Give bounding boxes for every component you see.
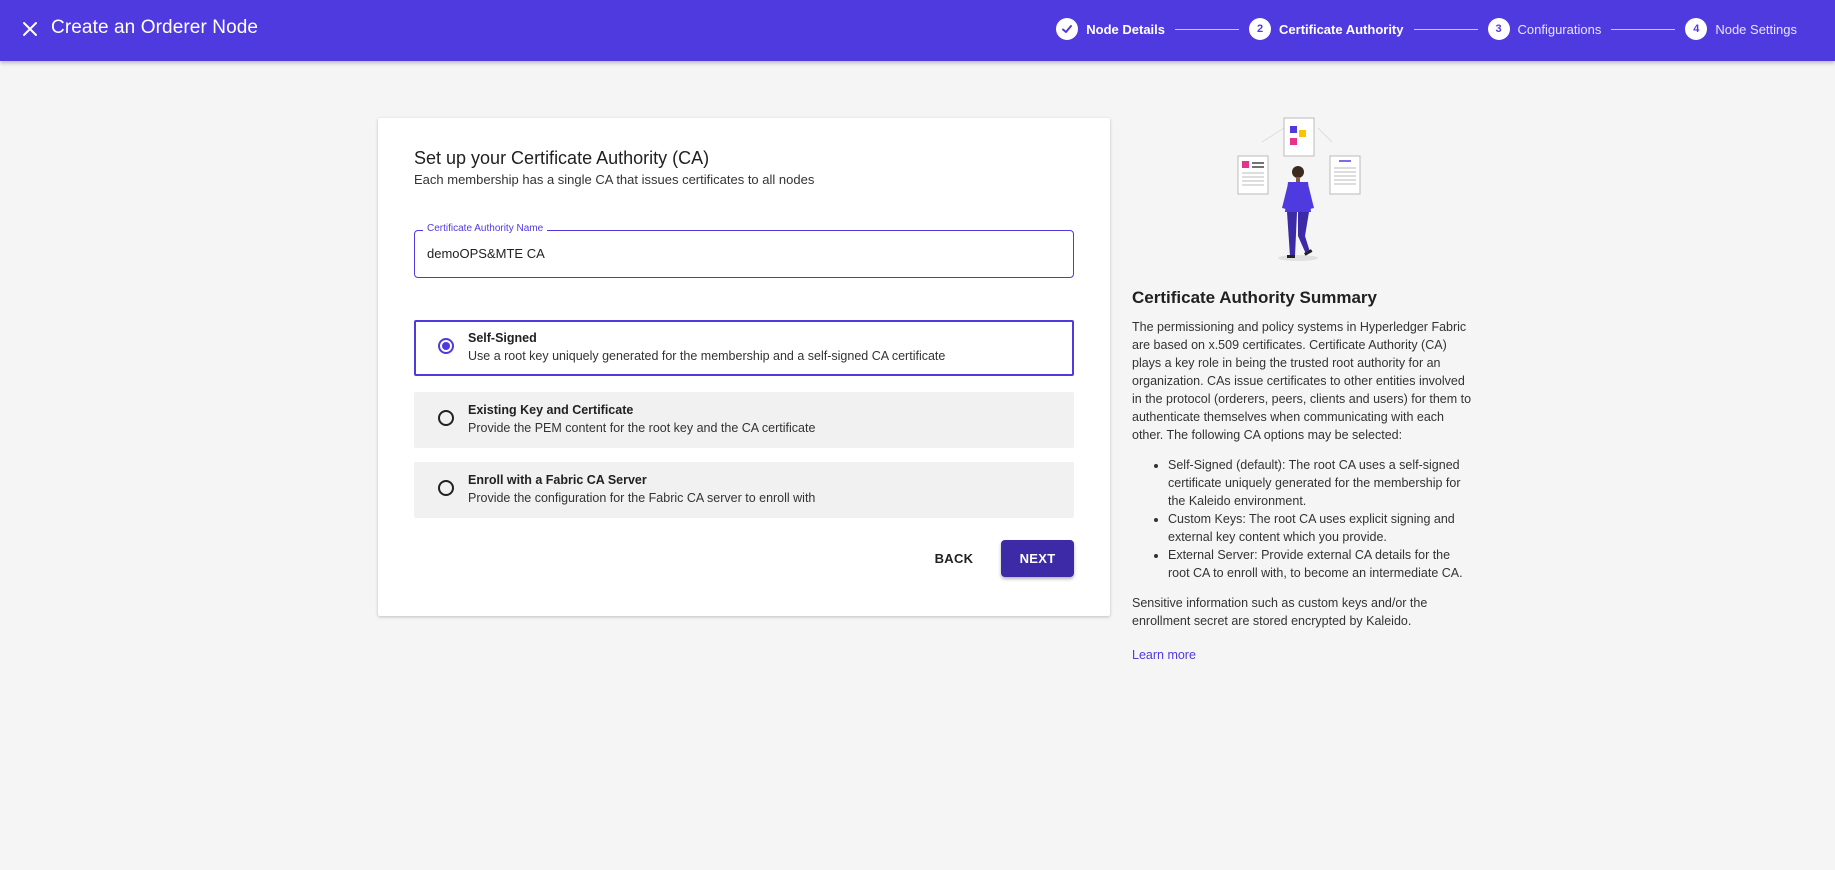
- stepper: Node Details 2 Certificate Authority 3 C…: [1056, 18, 1797, 40]
- check-icon: [1056, 18, 1079, 40]
- ca-summary-panel: Certificate Authority Summary The permis…: [1132, 288, 1472, 662]
- summary-bullet: Custom Keys: The root CA uses explicit s…: [1168, 510, 1472, 546]
- radio-selected-icon[interactable]: [438, 338, 454, 354]
- step-label: Configurations: [1517, 21, 1602, 37]
- back-button[interactable]: BACK: [922, 540, 986, 576]
- step-number: 3: [1487, 18, 1510, 40]
- step-node-details: Node Details: [1056, 18, 1165, 40]
- learn-more-link[interactable]: Learn more: [1132, 648, 1472, 662]
- radio-unselected-icon[interactable]: [438, 480, 454, 496]
- step-label: Certificate Authority: [1279, 21, 1404, 37]
- step-number: 2: [1249, 18, 1272, 40]
- summary-bullet: External Server: Provide external CA det…: [1168, 546, 1472, 582]
- summary-note: Sensitive information such as custom key…: [1132, 596, 1428, 628]
- step-configurations: 3 Configurations: [1487, 18, 1602, 40]
- ca-name-input[interactable]: [427, 246, 1027, 261]
- summary-bullet: Self-Signed (default): The root CA uses …: [1168, 456, 1472, 510]
- card-subtitle: Each membership has a single CA that iss…: [414, 172, 815, 187]
- summary-bullet-list: Self-Signed (default): The root CA uses …: [1132, 456, 1472, 582]
- step-number: 4: [1685, 18, 1708, 40]
- app-bar: Create an Orderer Node Node Details 2 Ce…: [0, 0, 1835, 61]
- card-title: Set up your Certificate Authority (CA): [414, 148, 710, 168]
- ca-name-field[interactable]: Certificate Authority Name: [414, 223, 1074, 278]
- option-existing-key[interactable]: Existing Key and Certificate Provide the…: [414, 392, 1074, 448]
- summary-title: Certificate Authority Summary: [1132, 288, 1377, 307]
- step-connector: [1175, 28, 1240, 30]
- person-with-documents-illustration: [1237, 117, 1361, 261]
- step-certificate-authority: 2 Certificate Authority: [1249, 18, 1404, 40]
- option-title: Existing Key and Certificate: [468, 403, 634, 417]
- summary-intro: The permissioning and policy systems in …: [1132, 320, 1472, 442]
- next-button[interactable]: NEXT: [1001, 540, 1074, 577]
- option-fabric-ca-server[interactable]: Enroll with a Fabric CA Server Provide t…: [414, 462, 1074, 518]
- step-label: Node Details: [1086, 21, 1166, 37]
- step-connector: [1611, 28, 1676, 30]
- step-connector: [1413, 28, 1478, 30]
- step-label: Node Settings: [1715, 21, 1797, 37]
- close-icon[interactable]: [18, 17, 42, 41]
- option-description: Use a root key uniquely generated for th…: [468, 349, 946, 363]
- option-description: Provide the configuration for the Fabric…: [468, 491, 816, 505]
- page-title: Create an Orderer Node: [51, 17, 259, 38]
- ca-setup-card: Set up your Certificate Authority (CA) E…: [378, 118, 1110, 616]
- step-node-settings: 4 Node Settings: [1685, 18, 1797, 40]
- option-title: Enroll with a Fabric CA Server: [468, 473, 647, 487]
- radio-unselected-icon[interactable]: [438, 410, 454, 426]
- option-description: Provide the PEM content for the root key…: [468, 421, 816, 435]
- option-title: Self-Signed: [468, 331, 537, 345]
- ca-name-label: Certificate Authority Name: [423, 223, 548, 234]
- option-self-signed[interactable]: Self-Signed Use a root key uniquely gene…: [414, 320, 1074, 376]
